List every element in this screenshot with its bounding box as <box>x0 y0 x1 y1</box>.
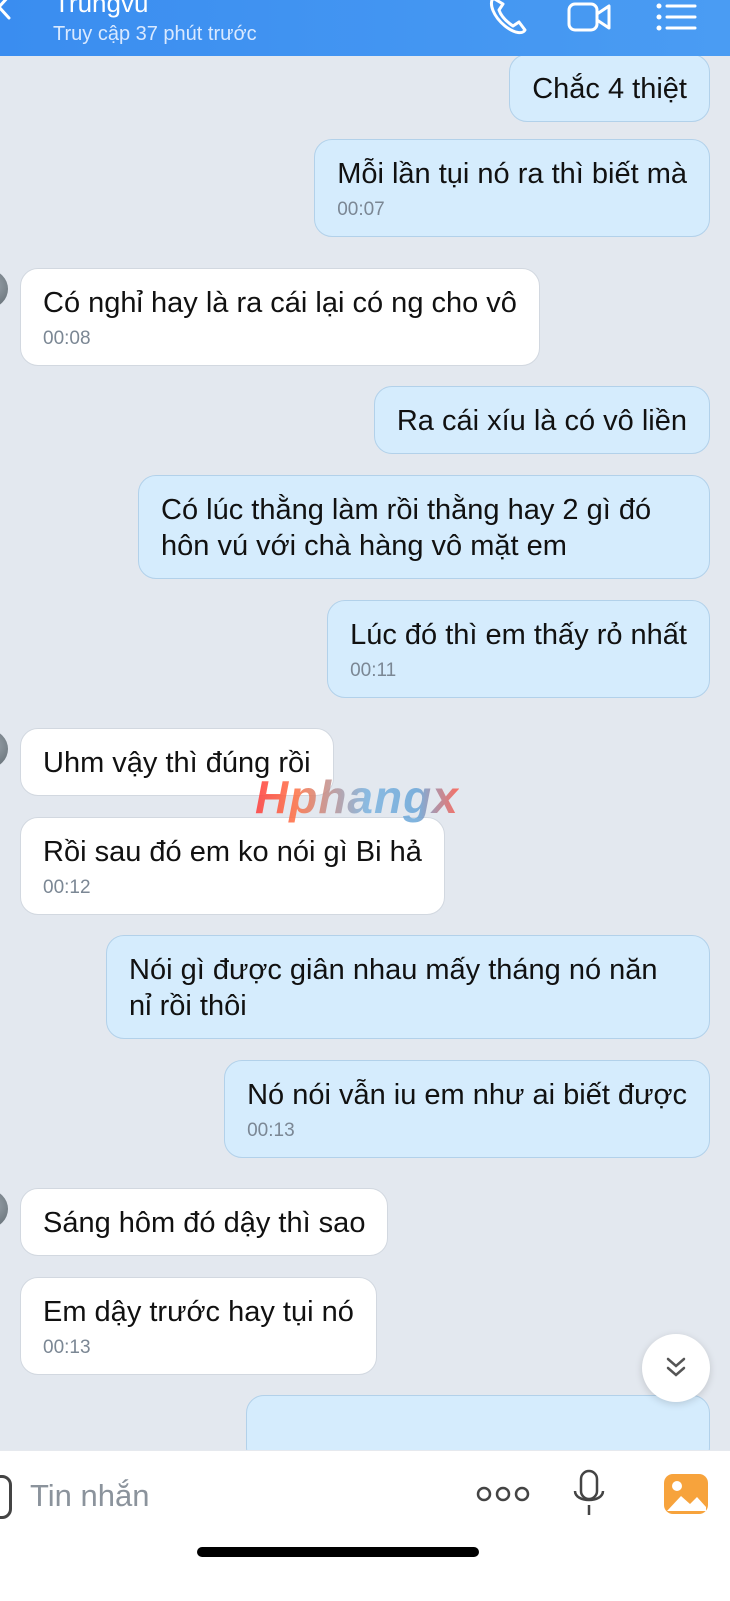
message-text: Ra cái xíu là có vô liền <box>396 405 687 437</box>
emoji-icon[interactable] <box>0 1475 12 1519</box>
contact-name[interactable]: Trungvu <box>54 0 148 18</box>
message-bubble[interactable]: Rồi sau đó em ko nói gì Bi hả 00:12 <box>20 817 445 915</box>
video-call-icon[interactable] <box>567 0 611 36</box>
message-bubble[interactable]: Nói gì được giân nhau mấy tháng nó năn n… <box>106 935 710 1039</box>
message-bubble[interactable]: Lúc đó thì em thấy rỏ nhất 00:11 <box>327 600 710 698</box>
message-text: Có lúc thằng làm rồi thằng hay 2 gì đó h… <box>161 494 652 562</box>
message-time: 00:07 <box>337 199 385 220</box>
avatar[interactable] <box>0 1190 8 1228</box>
message-text: Nó nói vẫn iu em như ai biết được <box>247 1079 687 1111</box>
chat-header: Trungvu Truy cập 37 phút trước <box>0 0 730 56</box>
message-bubble[interactable]: Ra cái xíu là có vô liền <box>373 386 710 454</box>
message-bubble[interactable]: Nó nói vẫn iu em như ai biết được 00:13 <box>224 1060 710 1158</box>
message-bubble[interactable]: Có lúc thằng làm rồi thằng hay 2 gì đó h… <box>138 475 710 579</box>
message-text: Lúc đó thì em thấy rỏ nhất <box>350 619 687 651</box>
avatar[interactable] <box>0 270 8 308</box>
home-indicator <box>197 1547 479 1557</box>
message-time: 00:08 <box>43 328 91 349</box>
message-bubble-partial[interactable] <box>246 1395 710 1450</box>
message-input[interactable] <box>28 1473 432 1519</box>
message-text: Có nghỉ hay là ra cái lại có ng cho vô <box>43 287 517 319</box>
message-composer <box>0 1450 730 1601</box>
message-time: 00:13 <box>43 1337 91 1358</box>
menu-list-icon[interactable] <box>655 0 699 36</box>
message-text: Nói gì được giân nhau mấy tháng nó năn n… <box>129 954 658 1022</box>
message-text: Em dậy trước hay tụi nó <box>43 1296 354 1328</box>
message-text: Chắc 4 thiệt <box>532 73 687 105</box>
message-list[interactable]: Chắc 4 thiệt Mỗi lần tụi nó ra thì biết … <box>0 56 730 1450</box>
scroll-to-bottom-button[interactable] <box>642 1334 710 1402</box>
phone-icon[interactable] <box>485 0 529 36</box>
message-bubble[interactable]: Có nghỉ hay là ra cái lại có ng cho vô 0… <box>20 268 540 366</box>
mic-icon[interactable] <box>572 1469 606 1519</box>
message-text: Rồi sau đó em ko nói gì Bi hả <box>43 836 422 868</box>
contact-status: Truy cập 37 phút trước <box>53 23 257 45</box>
more-icon[interactable] <box>476 1479 530 1509</box>
back-icon[interactable] <box>0 0 12 22</box>
message-bubble[interactable]: Mỗi lần tụi nó ra thì biết mà 00:07 <box>314 139 710 237</box>
message-bubble[interactable]: Em dậy trước hay tụi nó 00:13 <box>20 1277 377 1375</box>
message-bubble[interactable]: Chắc 4 thiệt <box>509 56 710 122</box>
image-icon[interactable] <box>663 1471 709 1517</box>
message-text: Sáng hôm đó dậy thì sao <box>43 1207 366 1239</box>
message-time: 00:12 <box>43 877 91 898</box>
avatar[interactable] <box>0 730 8 768</box>
watermark-logo: Hphangx <box>255 771 459 823</box>
message-text: Mỗi lần tụi nó ra thì biết mà <box>337 158 687 190</box>
message-time: 00:11 <box>350 660 397 681</box>
message-time: 00:13 <box>247 1120 295 1141</box>
double-chevron-down-icon <box>666 1357 686 1377</box>
message-bubble[interactable]: Sáng hôm đó dậy thì sao <box>20 1188 389 1256</box>
